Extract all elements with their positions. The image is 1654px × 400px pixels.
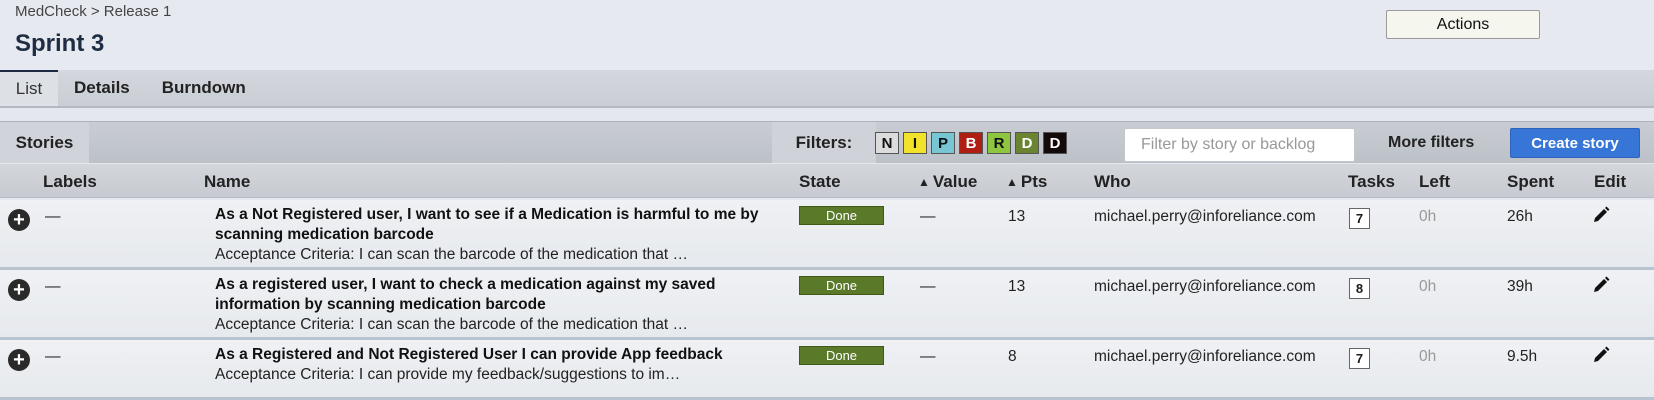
state-badge[interactable]: Done [799,346,884,365]
pencil-icon[interactable] [1592,206,1610,229]
actions-button[interactable]: Actions [1386,10,1540,39]
story-name[interactable]: As a registered user, I want to check a … [215,275,775,315]
story-row[interactable]: + — As a registered user, I want to chec… [0,270,1654,340]
state-filter-group: NIPBRDD [875,132,1067,154]
pencil-icon[interactable] [1592,346,1610,369]
state-filter-chip[interactable]: B [959,132,983,154]
left-cell: 0h [1419,348,1437,365]
story-description: Acceptance Criteria: I can scan the barc… [215,246,689,263]
expand-icon[interactable]: + [8,349,30,371]
sort-icon: ▲︎ [1006,175,1018,189]
labels-cell: — [45,348,61,365]
pencil-icon[interactable] [1592,276,1610,299]
spent-cell: 39h [1507,278,1533,295]
column-left[interactable]: Left [1419,172,1450,192]
column-tasks[interactable]: Tasks [1348,172,1395,192]
expand-icon[interactable]: + [8,279,30,301]
stories-tab[interactable]: Stories [0,122,89,163]
stories-toolbar: Stories Filters: NIPBRDD More filters Cr… [0,121,1654,163]
column-who[interactable]: Who [1094,172,1131,192]
state-filter-chip[interactable]: D [1043,132,1067,154]
story-description: Acceptance Criteria: I can scan the barc… [215,316,689,333]
state-filter-chip[interactable]: N [875,132,899,154]
more-filters-link[interactable]: More filters [1388,134,1474,152]
sort-icon: ▲︎ [918,175,930,189]
who-cell: michael.perry@inforeliance.com [1094,208,1316,225]
who-cell: michael.perry@inforeliance.com [1094,348,1316,365]
state-filter-chip[interactable]: I [903,132,927,154]
spent-cell: 9.5h [1507,348,1538,365]
column-spent[interactable]: Spent [1507,172,1554,192]
tasks-count-badge[interactable]: 8 [1349,278,1370,299]
search-input[interactable] [1124,128,1355,162]
name-cell: As a Not Registered user, I want to see … [215,205,775,265]
story-row[interactable]: + — As a Registered and Not Registered U… [0,340,1654,400]
story-description: Acceptance Criteria: I can provide my fe… [215,366,681,383]
column-value[interactable]: ▲︎ Value [918,172,977,192]
state-filter-chip[interactable]: P [931,132,955,154]
story-row[interactable]: + — As a Not Registered user, I want to … [0,200,1654,270]
column-pts[interactable]: ▲︎ Pts [1006,172,1047,192]
name-cell: As a Registered and Not Registered User … [215,345,775,385]
tab-list[interactable]: List [0,70,58,106]
create-story-button[interactable]: Create story [1510,128,1640,158]
left-cell: 0h [1419,278,1437,295]
name-cell: As a registered user, I want to check a … [215,275,775,335]
expand-icon[interactable]: + [8,209,30,231]
spent-cell: 26h [1507,208,1533,225]
pts-cell: 8 [1008,348,1017,365]
tasks-count-badge[interactable]: 7 [1349,348,1370,369]
state-badge[interactable]: Done [799,276,884,295]
filters-label: Filters: [772,122,876,163]
column-labels[interactable]: Labels [43,172,97,192]
value-cell: — [920,278,936,295]
story-name[interactable]: As a Not Registered user, I want to see … [215,205,775,245]
column-edit: Edit [1594,172,1627,191]
state-filter-chip[interactable]: R [987,132,1011,154]
table-header: Labels Name State ▲︎ Value ▲︎ Pts Who Task… [0,164,1654,198]
value-cell: — [920,208,936,225]
left-cell: 0h [1419,208,1437,225]
pts-cell: 13 [1008,208,1026,225]
tab-details[interactable]: Details [58,70,146,106]
tab-burndown[interactable]: Burndown [146,70,262,106]
state-badge[interactable]: Done [799,206,884,225]
pts-cell: 13 [1008,278,1026,295]
labels-cell: — [45,278,61,295]
story-name[interactable]: As a Registered and Not Registered User … [215,345,775,365]
page-header: MedCheck > Release 1 Sprint 3 Actions [0,0,1654,70]
view-tabs: List Details Burndown [0,70,1654,108]
column-name[interactable]: Name [204,172,250,192]
breadcrumb[interactable]: MedCheck > Release 1 [15,3,171,20]
who-cell: michael.perry@inforeliance.com [1094,278,1316,295]
tasks-count-badge[interactable]: 7 [1349,208,1370,229]
column-state[interactable]: State [799,172,841,192]
page-title: Sprint 3 [15,30,105,57]
state-filter-chip[interactable]: D [1015,132,1039,154]
value-cell: — [920,348,936,365]
labels-cell: — [45,208,61,225]
